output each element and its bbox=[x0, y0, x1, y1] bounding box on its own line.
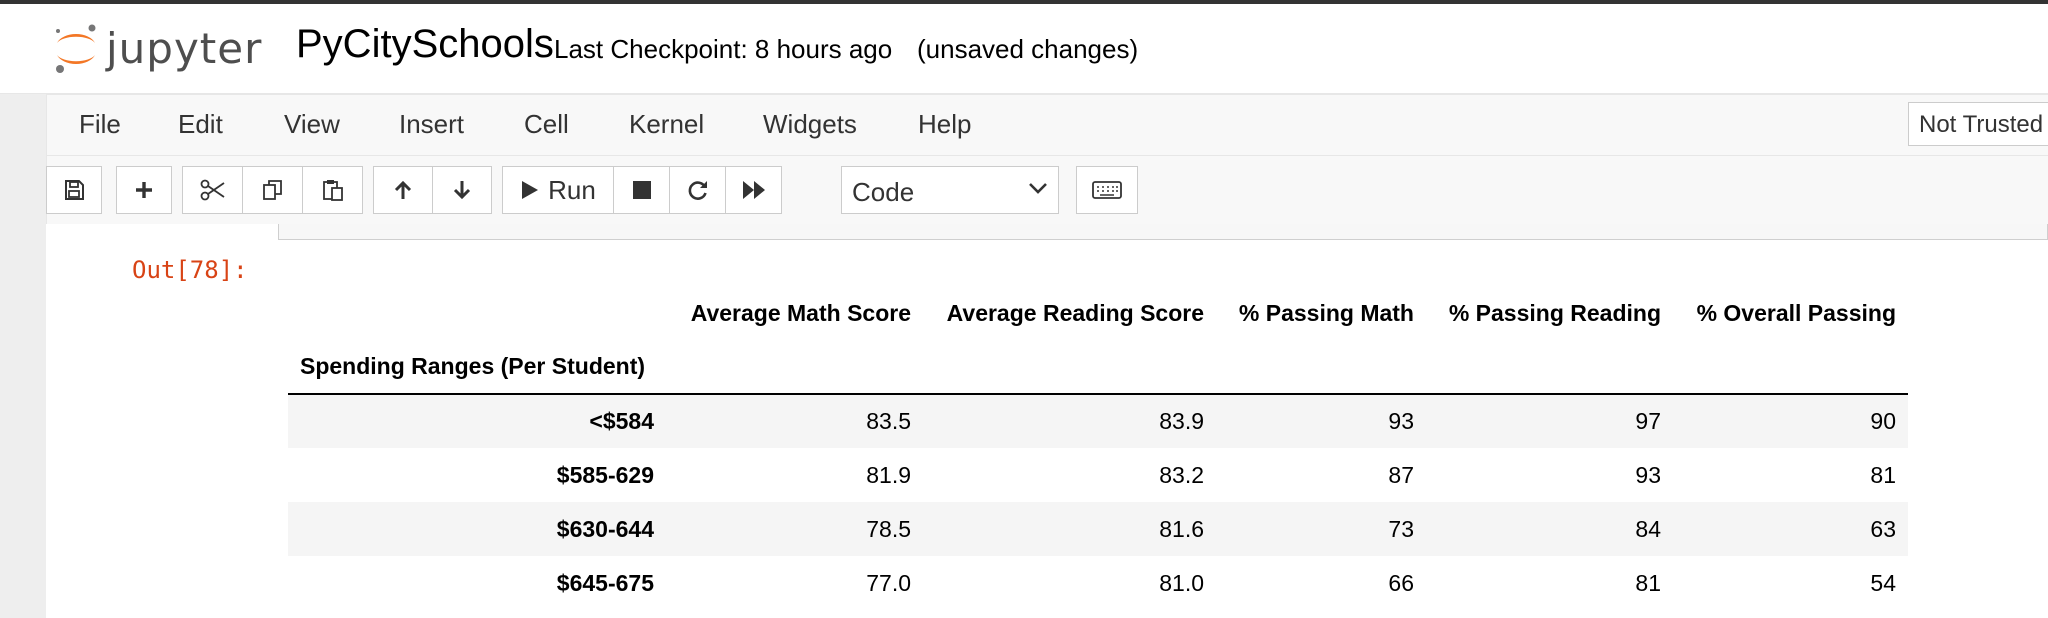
table-cell: 81 bbox=[1635, 569, 1661, 596]
toolbar: Run Code bbox=[46, 156, 2048, 224]
row-index: $630-644 bbox=[556, 515, 654, 542]
table-cell: 81.0 bbox=[1159, 569, 1204, 596]
table-cell: 73 bbox=[1388, 515, 1414, 542]
menu-cell[interactable]: Cell bbox=[524, 109, 569, 140]
interrupt-kernel-button[interactable] bbox=[613, 166, 670, 214]
table-cell: 83.5 bbox=[866, 408, 911, 434]
menu-widgets[interactable]: Widgets bbox=[763, 109, 857, 140]
jupyter-logo[interactable]: jupyter bbox=[52, 18, 262, 78]
table-cell: 83.9 bbox=[1159, 408, 1204, 434]
previous-cell-input[interactable] bbox=[278, 224, 2048, 240]
table-row: $585-629 81.9 83.2 87 93 81 bbox=[288, 448, 1908, 502]
move-cell-up-button[interactable] bbox=[373, 166, 433, 214]
restart-kernel-button[interactable] bbox=[669, 166, 726, 214]
insert-cell-below-button[interactable] bbox=[116, 166, 172, 214]
table-row: <$584 83.5 83.9 93 97 90 bbox=[288, 394, 1908, 448]
run-label: Run bbox=[548, 174, 596, 205]
table-cell: 81 bbox=[1870, 461, 1896, 488]
move-cell-down-button[interactable] bbox=[432, 166, 492, 214]
index-name: Spending Ranges (Per Student) bbox=[300, 353, 646, 379]
restart-icon bbox=[688, 181, 707, 200]
jupyter-logo-icon bbox=[52, 21, 100, 75]
unsaved-indicator: (unsaved changes) bbox=[917, 34, 1139, 64]
table-cell: 93 bbox=[1635, 461, 1661, 488]
last-checkpoint: Last Checkpoint: 8 hours ago bbox=[554, 34, 893, 64]
table-cell: 54 bbox=[1870, 569, 1896, 596]
run-button[interactable]: Run bbox=[502, 166, 614, 214]
table-cell: 63 bbox=[1870, 515, 1896, 542]
table-cell: 81.9 bbox=[866, 461, 911, 488]
restart-run-all-button[interactable] bbox=[725, 166, 782, 214]
arrow-up-icon bbox=[394, 180, 412, 199]
paste-icon bbox=[322, 180, 343, 201]
plus-icon bbox=[136, 182, 152, 198]
row-index: $645-675 bbox=[556, 569, 654, 596]
column-header: Average Reading Score bbox=[946, 299, 1204, 326]
table-row: $630-644 78.5 81.6 73 84 63 bbox=[288, 502, 1908, 556]
output-prompt: Out[78]: bbox=[132, 256, 248, 284]
fast-forward-icon bbox=[742, 181, 765, 199]
row-index: $585-629 bbox=[556, 461, 654, 488]
column-header: Average Math Score bbox=[690, 299, 911, 326]
menu-file[interactable]: File bbox=[79, 109, 121, 140]
row-index: <$584 bbox=[589, 408, 654, 434]
save-icon bbox=[65, 180, 84, 200]
column-header: % Passing Reading bbox=[1448, 299, 1661, 326]
table-cell: 81.6 bbox=[1159, 515, 1204, 542]
notebook-container: Out[78]: Average Math Score Average Read… bbox=[46, 224, 2048, 618]
logo-wordmark: jupyter bbox=[106, 23, 263, 73]
arrow-down-icon bbox=[453, 181, 471, 200]
keyboard-icon bbox=[1092, 181, 1122, 199]
dataframe-output: Average Math Score Average Reading Score… bbox=[288, 286, 1908, 610]
cell-type-select[interactable]: Code bbox=[841, 166, 1059, 214]
cut-button[interactable] bbox=[182, 166, 243, 214]
scissors-icon bbox=[200, 179, 225, 201]
copy-icon bbox=[262, 180, 282, 200]
corner-header bbox=[288, 286, 666, 340]
paste-button[interactable] bbox=[302, 166, 363, 214]
menu-view[interactable]: View bbox=[284, 109, 340, 140]
chevron-down-icon bbox=[1029, 183, 1047, 194]
menu-edit[interactable]: Edit bbox=[178, 109, 223, 140]
table-cell: 93 bbox=[1388, 408, 1414, 434]
column-header: % Overall Passing bbox=[1696, 299, 1896, 326]
column-header: % Passing Math bbox=[1238, 299, 1414, 326]
index-name-row: Spending Ranges (Per Student) bbox=[288, 340, 1908, 394]
menu-insert[interactable]: Insert bbox=[399, 109, 464, 140]
menu-help[interactable]: Help bbox=[918, 109, 971, 140]
copy-button[interactable] bbox=[242, 166, 303, 214]
table-cell: 77.0 bbox=[866, 569, 911, 596]
menu-bar: File Edit View Insert Cell Kernel Widget… bbox=[46, 94, 2048, 156]
play-icon bbox=[522, 181, 539, 199]
table-cell: 90 bbox=[1870, 408, 1896, 434]
column-header-row: Average Math Score Average Reading Score… bbox=[288, 286, 1908, 340]
table-cell: 84 bbox=[1635, 515, 1661, 542]
table-cell: 78.5 bbox=[866, 515, 911, 542]
trust-indicator-button[interactable]: Not Trusted bbox=[1908, 102, 2048, 146]
table-cell: 66 bbox=[1388, 569, 1414, 596]
table-cell: 83.2 bbox=[1159, 461, 1204, 488]
notebook-name[interactable]: PyCitySchools bbox=[296, 22, 554, 67]
command-palette-button[interactable] bbox=[1076, 166, 1138, 214]
stop-icon bbox=[632, 181, 651, 199]
notebook-header: jupyter PyCitySchools Last Checkpoint: 8… bbox=[0, 4, 2048, 94]
cell-type-value: Code bbox=[852, 177, 915, 207]
menu-kernel[interactable]: Kernel bbox=[629, 109, 704, 140]
table-cell: 97 bbox=[1635, 408, 1661, 434]
table-cell: 87 bbox=[1388, 461, 1414, 488]
save-button[interactable] bbox=[46, 166, 102, 214]
table-row: $645-675 77.0 81.0 66 81 54 bbox=[288, 556, 1908, 610]
